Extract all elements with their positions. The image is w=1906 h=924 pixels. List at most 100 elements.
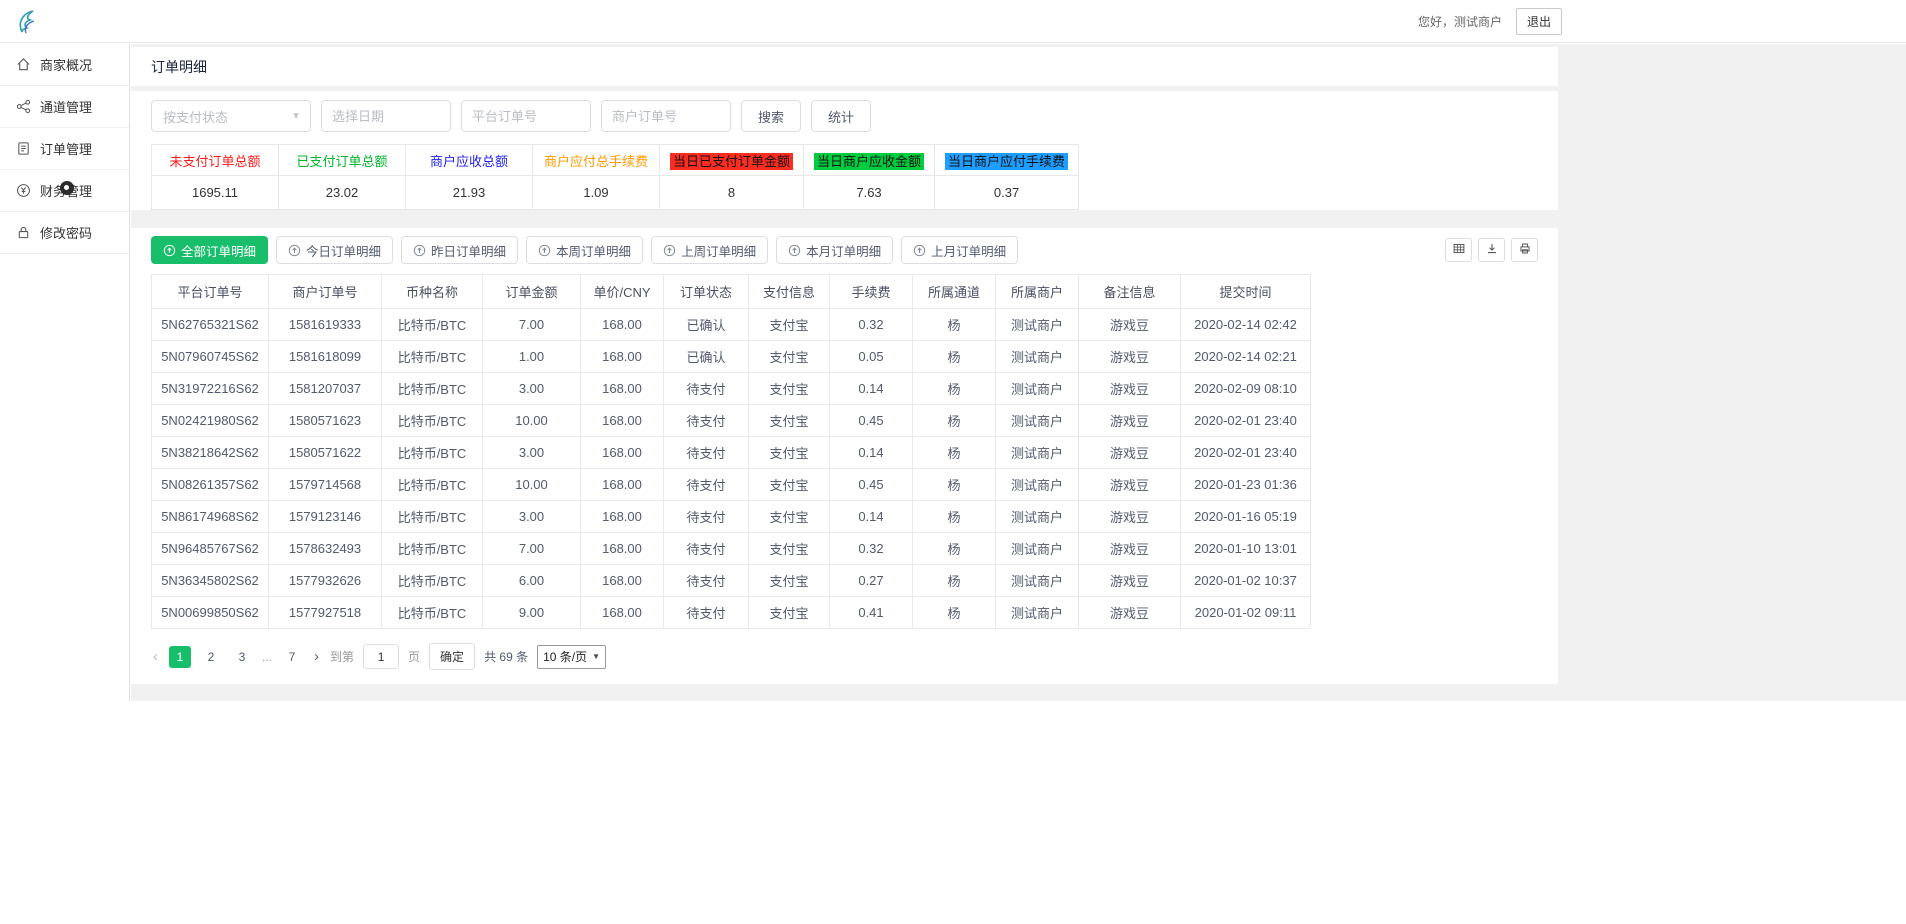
cell-status: 已确认 xyxy=(664,341,749,373)
tab-last-month-orders[interactable]: 上月订单明细 xyxy=(901,236,1018,264)
cell-pay-info: 支付宝 xyxy=(749,309,830,341)
page-button-3[interactable]: 3 xyxy=(231,646,253,668)
cell-currency: 比特币/BTC xyxy=(382,373,483,405)
column-header-merchant-order: 商户订单号 xyxy=(269,275,382,309)
merchant-order-input[interactable] xyxy=(601,100,731,132)
logo xyxy=(14,6,40,36)
confirm-button[interactable]: 确定 xyxy=(429,643,475,670)
status-filter-select[interactable]: 按支付状态 ▼ xyxy=(151,100,311,132)
column-header-time: 提交时间 xyxy=(1181,275,1311,309)
cell-time: 2020-01-16 05:19 xyxy=(1181,501,1311,533)
goto-label: 到第 xyxy=(330,648,354,665)
cell-time: 2020-02-14 02:21 xyxy=(1181,341,1311,373)
cell-pay-info: 支付宝 xyxy=(749,341,830,373)
content-column: 订单明细 按支付状态 ▼ 搜索 统计 未支付订单总额 已支付订单总额 商户应收总… xyxy=(131,47,1558,684)
cell-merchant: 测试商户 xyxy=(996,309,1079,341)
cell-amount: 10.00 xyxy=(483,405,581,437)
tab-today-orders[interactable]: 今日订单明细 xyxy=(276,236,393,264)
cell-time: 2020-01-23 01:36 xyxy=(1181,469,1311,501)
cell-amount: 3.00 xyxy=(483,373,581,405)
cell-platform-order: 5N07960745S62 xyxy=(152,341,269,373)
cell-channel: 杨 xyxy=(913,437,996,469)
column-header-amount: 订单金额 xyxy=(483,275,581,309)
summary-value-today-receivable: 7.63 xyxy=(804,176,935,210)
chevron-down-icon: ▼ xyxy=(592,652,600,661)
cell-merchant: 测试商户 xyxy=(996,597,1079,629)
cell-time: 2020-01-02 10:37 xyxy=(1181,565,1311,597)
order-table: 平台订单号 商户订单号 币种名称 订单金额 单价/CNY 订单状态 支付信息 手… xyxy=(151,274,1311,629)
cell-platform-order: 5N00699850S62 xyxy=(152,597,269,629)
logout-button[interactable]: 退出 xyxy=(1516,8,1562,35)
cell-channel: 杨 xyxy=(913,405,996,437)
cell-amount: 7.00 xyxy=(483,533,581,565)
cell-merchant-order: 1580571622 xyxy=(269,437,382,469)
navigate-icon xyxy=(413,244,426,257)
table-row: 5N36345802S621577932626比特币/BTC6.00168.00… xyxy=(152,565,1311,597)
tab-last-week-orders[interactable]: 上周订单明细 xyxy=(651,236,768,264)
sidebar: 商家概况 通道管理 订单管理 财务管理 修改密码 xyxy=(0,44,130,701)
sidebar-item-overview[interactable]: 商家概况 xyxy=(0,44,129,86)
platform-order-input[interactable] xyxy=(461,100,591,132)
cell-fee: 0.32 xyxy=(830,533,913,565)
header-right: 您好，测试商户 退出 xyxy=(1418,8,1562,35)
cell-remark: 游戏豆 xyxy=(1079,597,1181,629)
sidebar-item-label: 通道管理 xyxy=(40,97,92,116)
print-button[interactable] xyxy=(1511,238,1538,262)
page-size-select[interactable]: 10 条/页 ▼ xyxy=(537,645,606,669)
summary-value-receivable: 21.93 xyxy=(406,176,533,210)
summary-value-today-fee: 0.37 xyxy=(935,176,1079,210)
date-input[interactable] xyxy=(321,100,451,132)
page-button-2[interactable]: 2 xyxy=(200,646,222,668)
status-filter-placeholder: 按支付状态 xyxy=(163,107,228,126)
table-view-button[interactable] xyxy=(1445,238,1472,262)
tab-label: 上月订单明细 xyxy=(931,241,1006,260)
table-row: 5N86174968S621579123146比特币/BTC3.00168.00… xyxy=(152,501,1311,533)
page-size-value: 10 条/页 xyxy=(543,648,587,665)
sidebar-item-password[interactable]: 修改密码 xyxy=(0,212,129,254)
finance-icon xyxy=(16,183,31,198)
navigate-icon xyxy=(663,244,676,257)
navigate-icon xyxy=(538,244,551,257)
cell-platform-order: 5N96485767S62 xyxy=(152,533,269,565)
cell-remark: 游戏豆 xyxy=(1079,405,1181,437)
sidebar-item-orders[interactable]: 订单管理 xyxy=(0,128,129,170)
summary-header-receivable: 商户应收总额 xyxy=(406,145,533,176)
cell-fee: 0.27 xyxy=(830,565,913,597)
cell-channel: 杨 xyxy=(913,373,996,405)
tab-yesterday-orders[interactable]: 昨日订单明细 xyxy=(401,236,518,264)
tab-label: 本周订单明细 xyxy=(556,241,631,260)
goto-page-input[interactable] xyxy=(363,644,399,669)
cell-merchant-order: 1581207037 xyxy=(269,373,382,405)
cell-channel: 杨 xyxy=(913,565,996,597)
page-button-1[interactable]: 1 xyxy=(169,646,191,668)
next-page-button[interactable]: › xyxy=(312,649,321,664)
summary-value-row: 1695.11 23.02 21.93 1.09 8 7.63 0.37 xyxy=(152,176,1079,210)
cell-channel: 杨 xyxy=(913,309,996,341)
table-row: 5N02421980S621580571623比特币/BTC10.00168.0… xyxy=(152,405,1311,437)
summary-value-unpaid: 1695.11 xyxy=(152,176,279,210)
summary-header-today-paid: 当日已支付订单金额 xyxy=(660,145,804,176)
tab-this-month-orders[interactable]: 本月订单明细 xyxy=(776,236,893,264)
tab-this-week-orders[interactable]: 本周订单明细 xyxy=(526,236,643,264)
summary-value-today-paid: 8 xyxy=(660,176,804,210)
search-button[interactable]: 搜索 xyxy=(741,100,801,132)
cell-currency: 比特币/BTC xyxy=(382,437,483,469)
column-header-merchant: 所属商户 xyxy=(996,275,1079,309)
cell-platform-order: 5N08261357S62 xyxy=(152,469,269,501)
sidebar-item-channels[interactable]: 通道管理 xyxy=(0,86,129,128)
table-row: 5N38218642S621580571622比特币/BTC3.00168.00… xyxy=(152,437,1311,469)
summary-header-total-fee: 商户应付总手续费 xyxy=(533,145,660,176)
cell-time: 2020-02-09 08:10 xyxy=(1181,373,1311,405)
summary-label: 当日商户应付手续费 xyxy=(945,153,1068,170)
summary-label: 商户应付总手续费 xyxy=(544,154,648,169)
cell-amount: 1.00 xyxy=(483,341,581,373)
stats-button[interactable]: 统计 xyxy=(811,100,871,132)
cell-fee: 0.14 xyxy=(830,501,913,533)
export-button[interactable] xyxy=(1478,238,1505,262)
summary-label: 已支付订单总额 xyxy=(296,154,387,169)
prev-page-button[interactable]: ‹ xyxy=(151,649,160,664)
tab-all-orders[interactable]: 全部订单明细 xyxy=(151,236,268,264)
page-button-7[interactable]: 7 xyxy=(281,646,303,668)
cell-merchant-order: 1577927518 xyxy=(269,597,382,629)
cell-merchant: 测试商户 xyxy=(996,437,1079,469)
